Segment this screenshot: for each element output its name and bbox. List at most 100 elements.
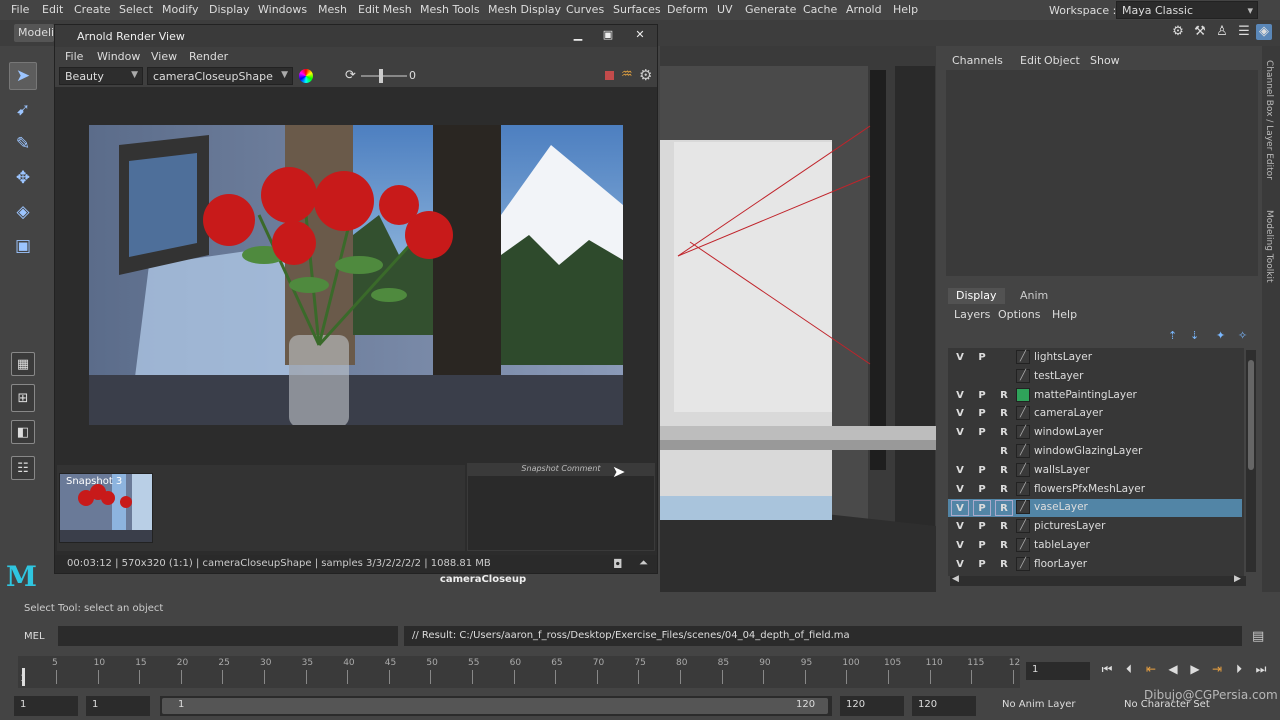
layer-row[interactable]: V P RmattePaintingLayer: [948, 387, 1242, 405]
layer-visibility-toggle[interactable]: V: [951, 388, 969, 404]
layer-visibility-toggle[interactable]: V: [951, 482, 969, 498]
time-slider-track[interactable]: 1510152025303540455055606570758085909510…: [18, 656, 1020, 688]
layer-reference-toggle[interactable]: R: [995, 482, 1013, 498]
mel-toggle-button[interactable]: MEL: [24, 631, 45, 642]
layer-visibility-toggle[interactable]: V: [951, 425, 969, 441]
layer-visibility-toggle[interactable]: [951, 444, 969, 460]
layer-playback-toggle[interactable]: P: [973, 538, 991, 554]
layer-color-swatch[interactable]: ╱: [1016, 556, 1030, 571]
play-forward-icon[interactable]: ▶: [1186, 662, 1204, 680]
layer-playback-toggle[interactable]: P: [973, 500, 991, 517]
layer-row[interactable]: V P R ╱ vaseLayer: [948, 499, 1242, 518]
rv-menu-window[interactable]: Window: [97, 50, 140, 63]
layer-reference-toggle[interactable]: R: [995, 519, 1013, 535]
scale-tool-icon[interactable]: ▣: [9, 232, 37, 260]
move-layer-up-icon[interactable]: ⇡: [1168, 329, 1182, 343]
settings-gear-icon[interactable]: ⚙: [639, 66, 652, 84]
layer-reference-toggle[interactable]: [995, 369, 1013, 385]
layer-visibility-toggle[interactable]: [951, 369, 969, 385]
scrollbar-thumb[interactable]: [1248, 360, 1254, 470]
layer-row[interactable]: V P R ╱ floorLayer: [948, 556, 1242, 574]
maximize-icon[interactable]: ▣: [595, 28, 621, 44]
menu-curves[interactable]: Curves: [566, 3, 604, 16]
menu-windows[interactable]: Windows: [258, 3, 307, 16]
layer-visibility-toggle[interactable]: V: [951, 406, 969, 422]
ipr-icon[interactable]: ♒: [621, 67, 633, 82]
two-pane-layout-icon[interactable]: ◧: [11, 420, 35, 444]
aov-dropdown[interactable]: Beauty ▼: [59, 67, 143, 85]
cb-menu-channels[interactable]: Channels: [952, 54, 1003, 67]
layer-row[interactable]: V P ╱ lightsLayer: [948, 349, 1242, 367]
layer-color-swatch[interactable]: ╱: [1016, 406, 1030, 421]
layer-list-horizontal-scrollbar[interactable]: ◀ ▶: [950, 574, 1246, 586]
layer-playback-toggle[interactable]: P: [973, 425, 991, 441]
scroll-left-icon[interactable]: ◀: [952, 574, 959, 584]
layer-playback-toggle[interactable]: P: [973, 463, 991, 479]
layer-playback-toggle[interactable]: P: [973, 388, 991, 404]
side-tab-modeling-toolkit[interactable]: Modeling Toolkit: [1264, 210, 1274, 283]
layer-reference-toggle[interactable]: R: [995, 406, 1013, 422]
menu-modify[interactable]: Modify: [162, 3, 198, 16]
color-wheel-icon[interactable]: [299, 69, 313, 83]
current-frame-field[interactable]: 1: [1026, 662, 1090, 680]
layer-color-swatch[interactable]: ╱: [1016, 368, 1030, 383]
go-to-start-icon[interactable]: ⏮: [1098, 662, 1116, 680]
menu-mesh[interactable]: Mesh: [318, 3, 347, 16]
render-view-titlebar[interactable]: Arnold Render View ▁ ▣ ✕: [55, 25, 657, 47]
layer-row[interactable]: V P R ╱ wallsLayer: [948, 462, 1242, 480]
menu-arnold[interactable]: Arnold: [846, 3, 882, 16]
menu-mesh-tools[interactable]: Mesh Tools: [420, 3, 480, 16]
layer-visibility-toggle[interactable]: V: [951, 557, 969, 573]
playback-end-field[interactable]: 120: [840, 696, 904, 716]
layer-color-swatch[interactable]: [1016, 387, 1030, 402]
layer-color-swatch[interactable]: ╱: [1016, 538, 1030, 552]
layer-playback-toggle[interactable]: P: [973, 406, 991, 422]
layer-playback-toggle[interactable]: P: [973, 482, 991, 498]
tab-display[interactable]: Display: [948, 288, 1005, 304]
tab-anim[interactable]: Anim: [1012, 288, 1056, 304]
layer-color-swatch[interactable]: ╱: [1016, 444, 1030, 458]
layer-reference-toggle[interactable]: R: [995, 500, 1013, 517]
single-pane-layout-icon[interactable]: ▦: [11, 352, 35, 376]
viewport-panel[interactable]: [660, 46, 936, 592]
layer-row[interactable]: V P R ╱ flowersPfxMeshLayer: [948, 481, 1242, 499]
select-tool-icon[interactable]: ➤: [9, 62, 37, 90]
menu-file[interactable]: File: [11, 3, 29, 16]
list-icon[interactable]: ☰: [1236, 24, 1252, 40]
rv-menu-view[interactable]: View: [151, 50, 177, 63]
layer-reference-toggle[interactable]: R: [995, 538, 1013, 554]
range-slider[interactable]: 1 120: [160, 696, 832, 716]
playback-start-field[interactable]: 1: [86, 696, 150, 716]
step-back-icon[interactable]: ⏴: [1120, 662, 1138, 680]
cb-menu-object[interactable]: Object: [1044, 54, 1080, 67]
cb-menu-show[interactable]: Show: [1090, 54, 1120, 67]
layer-reference-toggle[interactable]: R: [995, 463, 1013, 479]
rv-menu-file[interactable]: File: [65, 50, 83, 63]
animation-end-field[interactable]: 120: [912, 696, 976, 716]
arnold-render-view-window[interactable]: Arnold Render View ▁ ▣ ✕ File Window Vie…: [54, 24, 658, 574]
menu-help[interactable]: Help: [893, 3, 918, 16]
menu-mesh-display[interactable]: Mesh Display: [488, 3, 561, 16]
menu-cache[interactable]: Cache: [803, 3, 837, 16]
layer-reference-toggle[interactable]: R: [995, 388, 1013, 404]
cb-menu-edit[interactable]: Edit: [1020, 54, 1041, 67]
layer-playback-toggle[interactable]: P: [973, 519, 991, 535]
camera-dropdown[interactable]: cameraCloseupShape ▼: [147, 67, 293, 85]
mel-input[interactable]: [58, 626, 398, 646]
anim-layer-dropdown[interactable]: No Anim Layer: [996, 696, 1112, 716]
lasso-tool-icon[interactable]: ➹: [9, 96, 37, 124]
four-pane-layout-icon[interactable]: ⊞: [11, 384, 35, 412]
figure-icon[interactable]: ♙: [1214, 24, 1230, 40]
exposure-slider-handle[interactable]: [379, 69, 383, 83]
new-layer-icon[interactable]: ✦: [1216, 329, 1230, 343]
step-forward-icon[interactable]: ⏵: [1230, 662, 1248, 680]
close-icon[interactable]: ✕: [627, 28, 653, 44]
layer-playback-toggle[interactable]: P: [973, 557, 991, 573]
workspace-dropdown[interactable]: Maya Classic ▾: [1116, 1, 1258, 19]
current-time-indicator[interactable]: [22, 668, 25, 686]
menu-display[interactable]: Display: [209, 3, 250, 16]
menu-generate[interactable]: Generate: [745, 3, 796, 16]
menu-uv[interactable]: UV: [717, 3, 733, 16]
layer-playback-toggle[interactable]: [973, 369, 991, 385]
layer-reference-toggle[interactable]: R: [995, 557, 1013, 573]
